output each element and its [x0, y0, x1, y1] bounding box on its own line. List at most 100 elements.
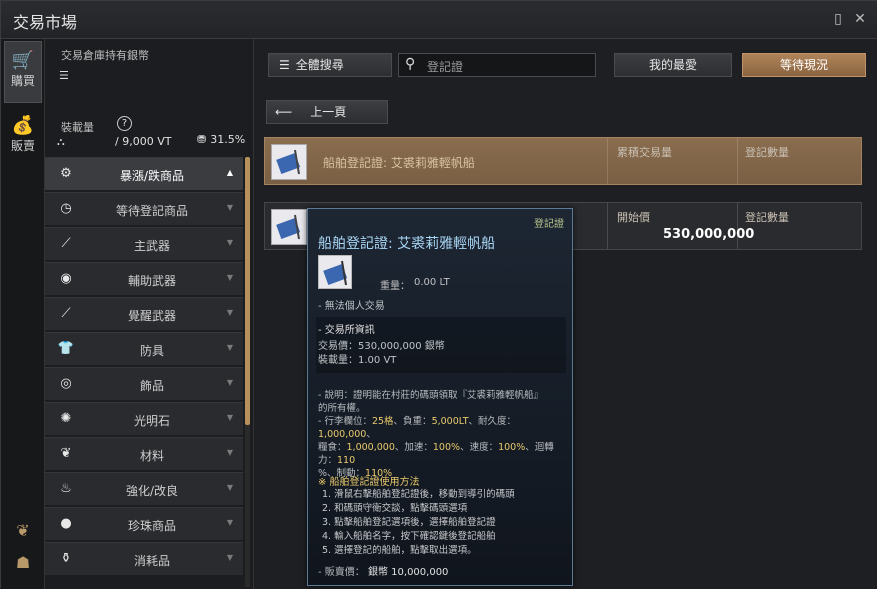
category-item[interactable]: ⟋ 主武器 ▼ — [45, 227, 243, 260]
column-divider — [607, 138, 608, 184]
tab-buy[interactable]: 🛒 購買 — [4, 41, 42, 103]
search-icon: ⚲ — [405, 56, 416, 72]
category-item[interactable]: ♨ 強化/改良 ▼ — [45, 472, 243, 505]
category-item[interactable]: ◷ 等待登記商品 ▼ — [45, 192, 243, 225]
item-name: 船舶登記證: 艾裘莉雅輕帆船 — [323, 156, 475, 170]
material-icon: ❦ — [60, 446, 72, 461]
silver-label: 交易倉庫持有銀幣 — [61, 49, 149, 62]
awakening-weapon-icon: ⟋ — [61, 306, 71, 321]
tab-sell-label: 販賣 — [10, 139, 35, 153]
back-button[interactable]: ⟵ 上一頁 — [266, 100, 388, 124]
trade-market-window: 交易市場 ▯ ✕ 🛒 購買 💰 販賣 ❦ ☗ 交易倉庫持有銀幣 ☰ 裝載量 ? … — [0, 0, 877, 589]
search-placeholder: 登記證 — [427, 60, 464, 74]
tree-icon[interactable]: ❦ — [11, 521, 35, 545]
chevron-up-icon: ▲ — [226, 168, 233, 177]
category-label: 暴漲/跌商品 — [119, 169, 185, 183]
howto-title: ※ 船舶登記證使用方法 — [318, 477, 420, 488]
column-divider — [737, 203, 738, 249]
category-label: 強化/改良 — [125, 484, 179, 498]
category-item[interactable]: ◎ 飾品 ▼ — [45, 367, 243, 400]
weight-value: 0.00 LT — [414, 277, 450, 288]
chevron-down-icon: ▼ — [226, 378, 233, 387]
category-label: 飾品 — [139, 379, 164, 393]
column-header: 登記數量 — [745, 211, 789, 224]
start-price-value: 530,000,000 — [663, 227, 755, 242]
category-item[interactable]: ⚙ 暴漲/跌商品 ▲ — [45, 157, 243, 190]
trend-icon: ⚙ — [60, 166, 72, 181]
trade-price: 交易價：530,000,000 銀幣 — [318, 341, 445, 352]
chevron-down-icon: ▼ — [226, 273, 233, 282]
category-item[interactable]: 👕 防具 ▼ — [45, 332, 243, 365]
arrow-left-icon: ⟵ — [275, 105, 293, 119]
money-bag-icon: 💰 — [11, 115, 35, 136]
category-item[interactable]: ◉ 輔助武器 ▼ — [45, 262, 243, 295]
desc-line: 糧食：1,000,000、加速：100%、速度：100%、迴轉力：110 — [318, 442, 554, 466]
favorites-button[interactable]: 我的最愛 — [614, 53, 732, 77]
chevron-down-icon: ▼ — [226, 553, 233, 562]
column-header: 累積交易量 — [617, 146, 672, 159]
ship-license-icon — [318, 255, 352, 289]
scrollbar-thumb[interactable] — [245, 157, 250, 425]
weight-icon: ⛃ — [197, 133, 207, 146]
desc-line: - 說明：證明能在村莊的碼頭領取『艾裘莉雅輕帆船』 — [318, 390, 543, 401]
tooltip-item-type: 登記證 — [534, 219, 564, 230]
load-percent-value: 31.5% — [210, 133, 246, 146]
ship-license-icon — [271, 209, 307, 245]
armor-icon: 👕 — [57, 341, 75, 356]
side-tab-rail: 🛒 購買 💰 販賣 ❦ ☗ — [1, 39, 45, 589]
search-input[interactable]: ⚲ 登記證 — [398, 53, 596, 77]
cart-icon: 🛒 — [11, 50, 35, 71]
ring-icon: ◎ — [60, 376, 72, 391]
sword-icon: ⟋ — [61, 236, 71, 251]
category-label: 消耗品 — [133, 554, 170, 568]
chevron-down-icon: ▼ — [226, 343, 233, 352]
all-search-button[interactable]: ☰ 全體搜尋 — [268, 53, 392, 77]
ship-license-icon — [271, 144, 307, 180]
all-search-label: 全體搜尋 — [295, 58, 344, 72]
load-value: / 9,000 VT — [115, 135, 172, 148]
category-label: 主武器 — [133, 239, 170, 253]
load-label: 裝載量 — [61, 121, 94, 134]
item-description: - 說明：證明能在村莊的碼頭領取『艾裘莉雅輕帆船』 的所有權。 - 行李欄位：2… — [318, 389, 564, 480]
warehouse-icon: ⛬ — [57, 135, 65, 148]
category-scrollbar[interactable] — [245, 157, 250, 587]
category-label: 輔助武器 — [127, 274, 176, 288]
title-bar: 交易市場 ▯ ✕ — [1, 1, 877, 39]
chevron-down-icon: ▼ — [226, 448, 233, 457]
phone-icon[interactable]: ▯ — [831, 11, 845, 27]
sell-price-label: - 販賣價： — [318, 567, 365, 578]
howto-step: 1. 滑鼠右擊船舶登記證後，移動到導引的碼頭 — [322, 489, 515, 500]
tooltip-title: 船舶登記證: 艾裘莉雅輕帆船 — [318, 236, 496, 252]
close-icon[interactable]: ✕ — [853, 11, 867, 27]
item-tooltip: 登記證 船舶登記證: 艾裘莉雅輕帆船 重量： 0.00 LT - 無法個人交易 … — [307, 208, 573, 586]
crystal-icon: ✺ — [60, 411, 72, 426]
shield-icon: ◉ — [60, 271, 72, 286]
back-label: 上一頁 — [310, 105, 347, 119]
chevron-down-icon: ▼ — [226, 483, 233, 492]
pearl-icon: ● — [60, 516, 72, 531]
clock-icon: ◷ — [60, 201, 72, 216]
category-item[interactable]: ● 珍珠商品 ▼ — [45, 507, 243, 540]
tab-sell[interactable]: 💰 販賣 — [4, 107, 42, 169]
category-item[interactable]: ✺ 光明石 ▼ — [45, 402, 243, 435]
waiting-status-button[interactable]: 等待現況 — [742, 53, 866, 77]
column-header: 登記數量 — [745, 146, 789, 159]
chevron-down-icon: ▼ — [226, 238, 233, 247]
no-trade-note: - 無法個人交易 — [318, 301, 385, 312]
howto-step: 5. 選擇登記的船舶，點擊取出選項。 — [322, 545, 477, 556]
howto-step: 4. 輸入船舶名字，按下確認鍵後登記船舶 — [322, 531, 496, 542]
trade-load: 裝載量：1.00 VT — [318, 355, 397, 366]
chevron-down-icon: ▼ — [226, 413, 233, 422]
category-item[interactable]: ⚱ 消耗品 ▼ — [45, 542, 243, 575]
sell-price-value: 銀幣 10,000,000 — [367, 567, 449, 578]
category-item[interactable]: ❦ 材料 ▼ — [45, 437, 243, 470]
category-label: 等待登記商品 — [115, 204, 188, 218]
help-icon[interactable]: ? — [117, 116, 132, 131]
merchant-icon[interactable]: ☗ — [11, 553, 35, 577]
category-item[interactable]: ⟋ 覺醒武器 ▼ — [45, 297, 243, 330]
result-row[interactable]: 船舶登記證: 艾裘莉雅輕帆船 累積交易量 登記數量 — [264, 137, 862, 185]
sell-price: - 販賣價： 銀幣 10,000,000 — [318, 563, 448, 578]
chevron-down-icon: ▼ — [226, 518, 233, 527]
load-percent: ⛃ 31.5% — [197, 133, 245, 146]
potion-icon: ⚱ — [60, 551, 72, 566]
